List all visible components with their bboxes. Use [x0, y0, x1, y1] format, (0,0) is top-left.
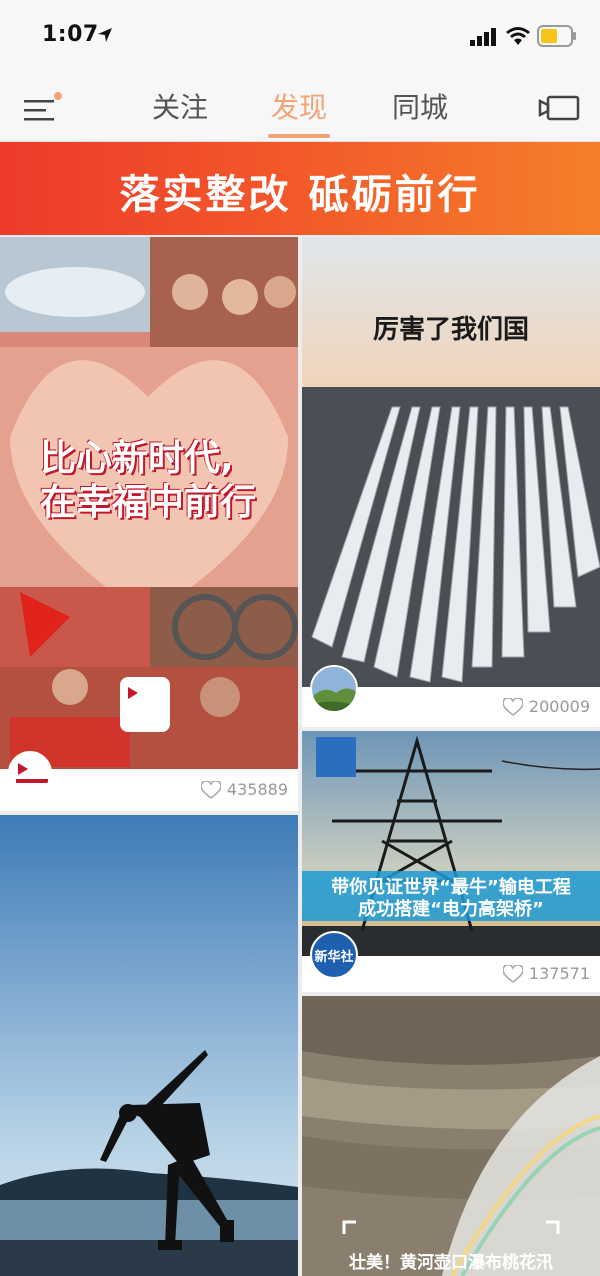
status-bar: 1:07 [0, 0, 600, 72]
video-title-line2: 在幸福中前行 [40, 482, 257, 523]
video-title-line1: 带你见证世界“最牛”输电工程 [331, 877, 571, 898]
tab-follow[interactable]: 关注 [140, 86, 220, 126]
cellular-signal-icon [470, 28, 496, 46]
video-thumbnail [302, 731, 600, 956]
battery-icon [537, 25, 576, 47]
like-count-value: 435889 [226, 780, 288, 799]
feed-card[interactable]: 壮美！黄河壶口瀑布桃花汛 [302, 996, 600, 1276]
like-count-value: 200009 [528, 697, 590, 716]
like-count[interactable]: 200009 [502, 697, 590, 716]
menu-icon[interactable] [22, 92, 62, 124]
heart-icon [502, 964, 523, 983]
top-nav-bar: 关注 发现 同城 [0, 72, 600, 142]
wifi-icon [506, 27, 530, 45]
like-count-value: 137571 [528, 964, 590, 983]
video-thumbnail [302, 996, 600, 1276]
video-title: 带你见证世界“最牛”输电工程 成功搭建“电力高架桥” [302, 877, 600, 921]
location-arrow-icon [98, 28, 112, 42]
video-title: 比心新时代, 在幸福中前行 [40, 437, 256, 525]
landscape-avatar-icon [312, 667, 356, 711]
like-count[interactable]: 435889 [200, 780, 288, 799]
promo-banner[interactable]: 落实整改 砥砺前行 [0, 142, 600, 235]
active-tab-indicator [268, 134, 330, 138]
avatar[interactable] [8, 751, 52, 795]
banner-text: 落实整改 砥砺前行 [119, 172, 481, 218]
video-thumbnail [302, 237, 600, 687]
xinhua-logo: 新华社 [314, 949, 354, 965]
camera-icon[interactable] [538, 94, 580, 122]
feed-card[interactable]: 带你见证世界“最牛”输电工程 成功搭建“电力高架桥” 新华社 137571 [302, 731, 600, 992]
heart-icon [502, 697, 523, 716]
video-title-line1: 比心新时代, [40, 438, 234, 479]
video-title: 壮美！黄河壶口瀑布桃花汛 [349, 1253, 553, 1273]
like-count[interactable]: 137571 [502, 964, 590, 983]
status-time: 1:07 [42, 22, 99, 47]
avatar[interactable] [310, 665, 358, 713]
feed-card[interactable]: 比心新时代, 在幸福中前行 435889 [0, 237, 298, 811]
cctv-video-logo-icon [10, 753, 50, 793]
video-thumbnail [0, 815, 298, 1276]
feed-card[interactable]: 厉害了我们国 200009 [302, 237, 600, 727]
avatar[interactable]: 新华社 [310, 931, 358, 979]
tab-discover[interactable]: 发现 [259, 86, 339, 126]
video-title-line2: 成功搭建“电力高架桥” [358, 899, 544, 920]
heart-icon [200, 780, 221, 799]
tab-nearby[interactable]: 同城 [380, 86, 460, 126]
video-title: 厉害了我们国 [372, 315, 529, 345]
feed-card[interactable] [0, 815, 298, 1276]
